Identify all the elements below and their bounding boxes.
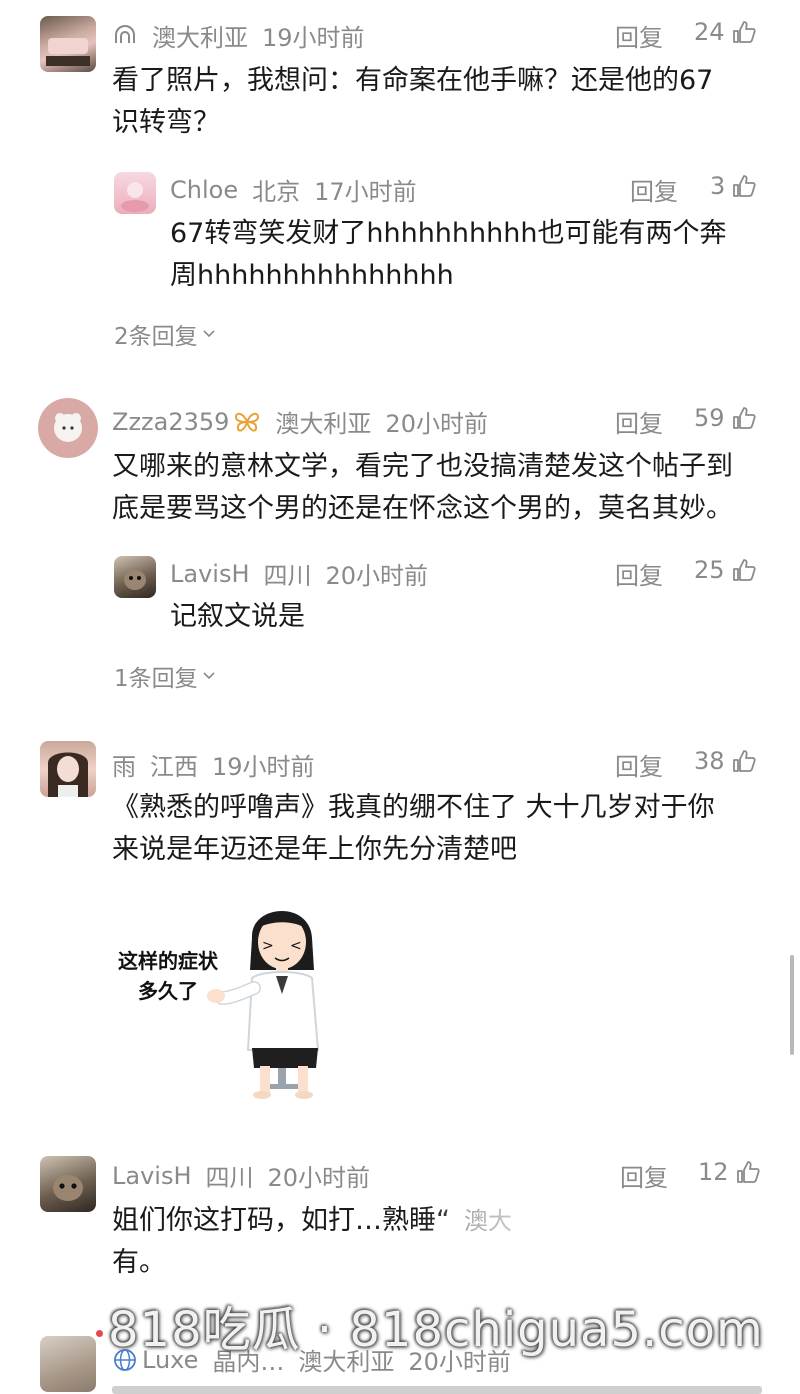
avatar[interactable]	[40, 1156, 96, 1212]
reply-username[interactable]: LavisH	[170, 560, 250, 588]
svg-text:<: <	[290, 938, 302, 954]
doctor-illustration: > <	[207, 910, 320, 1099]
comment-1: 澳大利亚 19小时前 回复 24 看了照片，我想问：有命案在他手嘛？还是他的67…	[0, 0, 800, 360]
reply-button[interactable]: 回复	[620, 1158, 668, 1193]
avatar[interactable]	[40, 1336, 96, 1392]
reply-text-line: 67转弯笑发财了hhhhhhhhhh也可能有两个奔	[170, 218, 727, 249]
like-button[interactable]: 24	[694, 18, 757, 46]
comment-time: 19小时前	[212, 753, 315, 781]
svg-text:>: >	[262, 938, 274, 954]
chevron-down-icon	[203, 672, 215, 680]
avatar[interactable]	[38, 398, 98, 458]
butterfly-badge-icon	[235, 412, 260, 432]
comment-text: 《熟悉的呼噜声》我真的绷不住了 大十几岁对于你 来说是年迈还是年上你先分清楚吧	[112, 787, 715, 871]
comment-username[interactable]: LavisH	[112, 1162, 192, 1190]
reply-location: 四川	[263, 562, 312, 590]
thumbs-up-icon	[732, 559, 756, 581]
reply-button[interactable]: 回复	[630, 172, 678, 207]
reply-button[interactable]: 回复	[615, 556, 663, 591]
watermark-dot	[96, 1330, 103, 1337]
reply-button[interactable]: 回复	[615, 18, 663, 53]
thumbs-up-icon	[732, 407, 756, 429]
comment-text-line: 《熟悉的呼噜声》我真的绷不住了 大十几岁对于你	[112, 792, 715, 823]
expand-replies-label: 2条回复	[114, 324, 198, 350]
comment-meta: Zzza2359 澳大利亚 20小时前	[112, 404, 488, 439]
like-button[interactable]: 25	[694, 556, 757, 584]
avatar[interactable]	[40, 741, 96, 797]
comment-2: Zzza2359 澳大利亚 20小时前 回复 59 又哪来的意林文学，看完了也没…	[0, 390, 800, 710]
comment-meta: LavisH 四川 20小时前	[112, 1158, 370, 1193]
comment-text-line: 识转弯？	[112, 107, 220, 138]
comment-text-line: 底是要骂这个男的还是在怀念这个男的，莫名其妙。	[112, 493, 733, 524]
comment-text-line: 看了照片，我想问：有命案在他手嘛？还是他的67	[112, 65, 714, 96]
comment-username[interactable]: 雨	[112, 747, 136, 782]
comment-text: 又哪来的意林文学，看完了也没搞清楚发这个帖子到 底是要骂这个男的还是在怀念这个男…	[112, 446, 733, 530]
comment-location: 澳大利亚	[275, 410, 372, 438]
expand-replies-button[interactable]: 1条回复	[114, 659, 216, 693]
thumbs-up-icon	[732, 21, 756, 43]
reply-meta: LavisH 四川 20小时前	[170, 556, 428, 591]
comment-text: 看了照片，我想问：有命案在他手嘛？还是他的67 识转弯？	[112, 60, 713, 144]
like-button[interactable]: 38	[694, 747, 757, 775]
doctor-sticker-image[interactable]: 这样的症状 多久了 > <	[112, 890, 322, 1100]
site-watermark: 818吃瓜 · 818chigua5.com	[108, 1302, 764, 1358]
thumbs-up-icon	[736, 1161, 760, 1183]
expand-replies-label: 1条回复	[114, 666, 198, 692]
comment-time: 20小时前	[385, 410, 488, 438]
reply-text-line: 周hhhhhhhhhhhhhhh	[170, 260, 454, 291]
ip-location-icon	[115, 24, 135, 43]
reply-text: 67转弯笑发财了hhhhhhhhhh也可能有两个奔 周hhhhhhhhhhhhh…	[170, 213, 726, 297]
clipped-text-line	[112, 1386, 762, 1394]
reply-meta: Chloe 北京 17小时前	[170, 172, 417, 207]
reply-text: 记叙文说是	[170, 596, 305, 638]
reply-text-line: 记叙文说是	[170, 601, 305, 632]
thumbs-up-icon	[733, 175, 756, 197]
comment-text-line: 来说是年迈还是年上你先分清楚吧	[112, 834, 517, 865]
comment-time: 20小时前	[267, 1164, 371, 1192]
reply-avatar[interactable]	[114, 172, 156, 214]
reply-button[interactable]: 回复	[615, 747, 663, 782]
avatar[interactable]	[40, 16, 96, 72]
reply-time: 17小时前	[314, 178, 417, 206]
reply-location: 北京	[252, 178, 301, 206]
like-count: 25	[694, 556, 725, 584]
like-button[interactable]: 12	[698, 1158, 761, 1186]
expand-replies-button[interactable]: 2条回复	[114, 317, 216, 351]
reply-button[interactable]: 回复	[615, 404, 663, 439]
scrollbar[interactable]	[790, 955, 794, 1055]
comment-meta: 澳大利亚 19小时前	[112, 18, 365, 53]
like-count: 3	[710, 172, 726, 200]
comment-location: 江西	[150, 753, 198, 781]
comment-text-segment: 姐们你这打码，如打…熟睡“	[112, 1205, 450, 1236]
like-count: 12	[698, 1158, 729, 1186]
like-count: 24	[694, 18, 725, 46]
comment-location: 澳大利亚	[152, 24, 248, 52]
like-button[interactable]: 59	[694, 404, 757, 432]
comment-meta: 雨 江西 19小时前	[112, 747, 315, 782]
thumbs-up-icon	[732, 750, 756, 772]
comment-username[interactable]: Zzza2359	[112, 408, 229, 436]
comment-text-line: 又哪来的意林文学，看完了也没搞清楚发这个帖子到	[112, 451, 733, 482]
like-count: 38	[694, 747, 725, 775]
like-button[interactable]: 3	[710, 172, 757, 200]
reply-avatar[interactable]	[114, 556, 156, 598]
comment-time: 19小时前	[262, 24, 365, 52]
chevron-down-icon	[203, 330, 215, 338]
reply-time: 20小时前	[325, 562, 429, 590]
comment-location: 四川	[205, 1164, 254, 1192]
like-count: 59	[694, 404, 725, 432]
reply-username[interactable]: Chloe	[170, 176, 238, 204]
